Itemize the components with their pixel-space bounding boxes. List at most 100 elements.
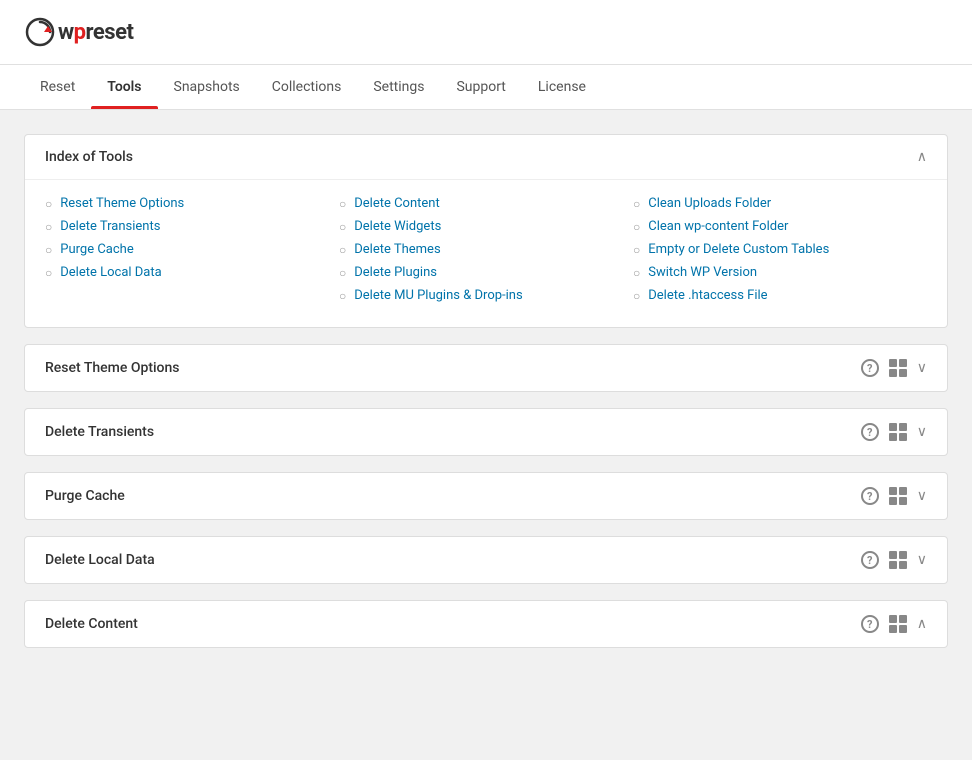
reset-theme-options-card: Reset Theme Options ? ∨ bbox=[24, 344, 948, 392]
question-icon[interactable]: ? bbox=[861, 423, 879, 441]
index-collapse-icon[interactable]: ∧ bbox=[917, 149, 927, 165]
delete-transients-title: Delete Transients bbox=[45, 424, 154, 440]
chevron-up-icon[interactable]: ∧ bbox=[917, 616, 927, 632]
list-item: ○ Switch WP Version bbox=[633, 261, 927, 284]
bullet-icon: ○ bbox=[45, 266, 52, 280]
link-empty-delete-custom-tables[interactable]: Empty or Delete Custom Tables bbox=[648, 242, 829, 257]
reset-theme-options-header[interactable]: Reset Theme Options ? ∨ bbox=[25, 345, 947, 391]
question-icon[interactable]: ? bbox=[861, 487, 879, 505]
delete-content-card: Delete Content ? ∧ bbox=[24, 600, 948, 648]
list-item: ○ Reset Theme Options bbox=[45, 192, 339, 215]
list-item: ○ Delete MU Plugins & Drop-ins bbox=[339, 284, 633, 307]
grid-icon[interactable] bbox=[889, 551, 907, 569]
bullet-icon: ○ bbox=[339, 289, 346, 303]
list-item: ○ Clean wp-content Folder bbox=[633, 215, 927, 238]
delete-content-header[interactable]: Delete Content ? ∧ bbox=[25, 601, 947, 647]
chevron-down-icon[interactable]: ∨ bbox=[917, 424, 927, 440]
list-item: ○ Delete .htaccess File bbox=[633, 284, 927, 307]
question-icon[interactable]: ? bbox=[861, 551, 879, 569]
grid-icon[interactable] bbox=[889, 359, 907, 377]
delete-local-data-header[interactable]: Delete Local Data ? ∨ bbox=[25, 537, 947, 583]
list-item: ○ Delete Local Data bbox=[45, 261, 339, 284]
delete-content-actions: ? ∧ bbox=[861, 615, 927, 633]
main-nav: Reset Tools Snapshots Collections Settin… bbox=[0, 65, 972, 110]
content-area: Index of Tools ∧ ○ Reset Theme Options ○ bbox=[0, 110, 972, 760]
reset-theme-options-title: Reset Theme Options bbox=[45, 360, 180, 376]
index-col-3: ○ Clean Uploads Folder ○ Clean wp-conten… bbox=[633, 192, 927, 307]
link-delete-transients[interactable]: Delete Transients bbox=[60, 219, 160, 234]
logo-icon bbox=[24, 16, 56, 48]
nav-settings[interactable]: Settings bbox=[357, 65, 440, 109]
link-delete-htaccess-file[interactable]: Delete .htaccess File bbox=[648, 288, 767, 303]
index-card-body: ○ Reset Theme Options ○ Delete Transient… bbox=[25, 179, 947, 327]
bullet-icon: ○ bbox=[45, 220, 52, 234]
bullet-icon: ○ bbox=[633, 266, 640, 280]
nav-tools[interactable]: Tools bbox=[91, 65, 157, 109]
delete-transients-actions: ? ∨ bbox=[861, 423, 927, 441]
chevron-down-icon[interactable]: ∨ bbox=[917, 360, 927, 376]
grid-icon[interactable] bbox=[889, 423, 907, 441]
bullet-icon: ○ bbox=[633, 220, 640, 234]
question-icon[interactable]: ? bbox=[861, 359, 879, 377]
purge-cache-header[interactable]: Purge Cache ? ∨ bbox=[25, 473, 947, 519]
delete-transients-card: Delete Transients ? ∨ bbox=[24, 408, 948, 456]
delete-local-data-card: Delete Local Data ? ∨ bbox=[24, 536, 948, 584]
index-columns: ○ Reset Theme Options ○ Delete Transient… bbox=[45, 192, 927, 307]
purge-cache-card: Purge Cache ? ∨ bbox=[24, 472, 948, 520]
list-item: ○ Delete Themes bbox=[339, 238, 633, 261]
delete-content-title: Delete Content bbox=[45, 616, 138, 632]
list-item: ○ Clean Uploads Folder bbox=[633, 192, 927, 215]
link-clean-wp-content-folder[interactable]: Clean wp-content Folder bbox=[648, 219, 788, 234]
list-item: ○ Delete Transients bbox=[45, 215, 339, 238]
delete-transients-header[interactable]: Delete Transients ? ∨ bbox=[25, 409, 947, 455]
reset-theme-options-actions: ? ∨ bbox=[861, 359, 927, 377]
list-item: ○ Delete Widgets bbox=[339, 215, 633, 238]
question-icon[interactable]: ? bbox=[861, 615, 879, 633]
grid-icon[interactable] bbox=[889, 615, 907, 633]
list-item: ○ Delete Content bbox=[339, 192, 633, 215]
header: wpreset bbox=[0, 0, 972, 65]
purge-cache-title: Purge Cache bbox=[45, 488, 125, 504]
delete-local-data-title: Delete Local Data bbox=[45, 552, 155, 568]
logo: wpreset bbox=[24, 16, 133, 48]
nav-support[interactable]: Support bbox=[440, 65, 521, 109]
index-card-header[interactable]: Index of Tools ∧ bbox=[25, 135, 947, 179]
index-of-tools-card: Index of Tools ∧ ○ Reset Theme Options ○ bbox=[24, 134, 948, 328]
bullet-icon: ○ bbox=[633, 289, 640, 303]
logo-text: wpreset bbox=[58, 20, 133, 45]
bullet-icon: ○ bbox=[339, 266, 346, 280]
nav-collections[interactable]: Collections bbox=[256, 65, 358, 109]
bullet-icon: ○ bbox=[45, 197, 52, 211]
link-purge-cache[interactable]: Purge Cache bbox=[60, 242, 133, 257]
index-col-2: ○ Delete Content ○ Delete Widgets ○ Dele… bbox=[339, 192, 633, 307]
link-delete-widgets[interactable]: Delete Widgets bbox=[354, 219, 441, 234]
delete-local-data-actions: ? ∨ bbox=[861, 551, 927, 569]
list-item: ○ Empty or Delete Custom Tables bbox=[633, 238, 927, 261]
link-delete-plugins[interactable]: Delete Plugins bbox=[354, 265, 437, 280]
bullet-icon: ○ bbox=[45, 243, 52, 257]
link-reset-theme-options[interactable]: Reset Theme Options bbox=[60, 196, 184, 211]
bullet-icon: ○ bbox=[633, 197, 640, 211]
link-delete-themes[interactable]: Delete Themes bbox=[354, 242, 440, 257]
index-card-actions: ∧ bbox=[917, 149, 927, 165]
link-clean-uploads-folder[interactable]: Clean Uploads Folder bbox=[648, 196, 771, 211]
nav-license[interactable]: License bbox=[522, 65, 602, 109]
nav-snapshots[interactable]: Snapshots bbox=[158, 65, 256, 109]
list-item: ○ Purge Cache bbox=[45, 238, 339, 261]
bullet-icon: ○ bbox=[339, 197, 346, 211]
index-card-title: Index of Tools bbox=[45, 149, 133, 165]
nav-reset[interactable]: Reset bbox=[24, 65, 91, 109]
link-delete-content[interactable]: Delete Content bbox=[354, 196, 439, 211]
index-col-1: ○ Reset Theme Options ○ Delete Transient… bbox=[45, 192, 339, 307]
link-delete-mu-plugins[interactable]: Delete MU Plugins & Drop-ins bbox=[354, 288, 522, 303]
bullet-icon: ○ bbox=[339, 243, 346, 257]
link-delete-local-data[interactable]: Delete Local Data bbox=[60, 265, 161, 280]
list-item: ○ Delete Plugins bbox=[339, 261, 633, 284]
chevron-down-icon[interactable]: ∨ bbox=[917, 488, 927, 504]
bullet-icon: ○ bbox=[633, 243, 640, 257]
bullet-icon: ○ bbox=[339, 220, 346, 234]
link-switch-wp-version[interactable]: Switch WP Version bbox=[648, 265, 757, 280]
purge-cache-actions: ? ∨ bbox=[861, 487, 927, 505]
chevron-down-icon[interactable]: ∨ bbox=[917, 552, 927, 568]
grid-icon[interactable] bbox=[889, 487, 907, 505]
